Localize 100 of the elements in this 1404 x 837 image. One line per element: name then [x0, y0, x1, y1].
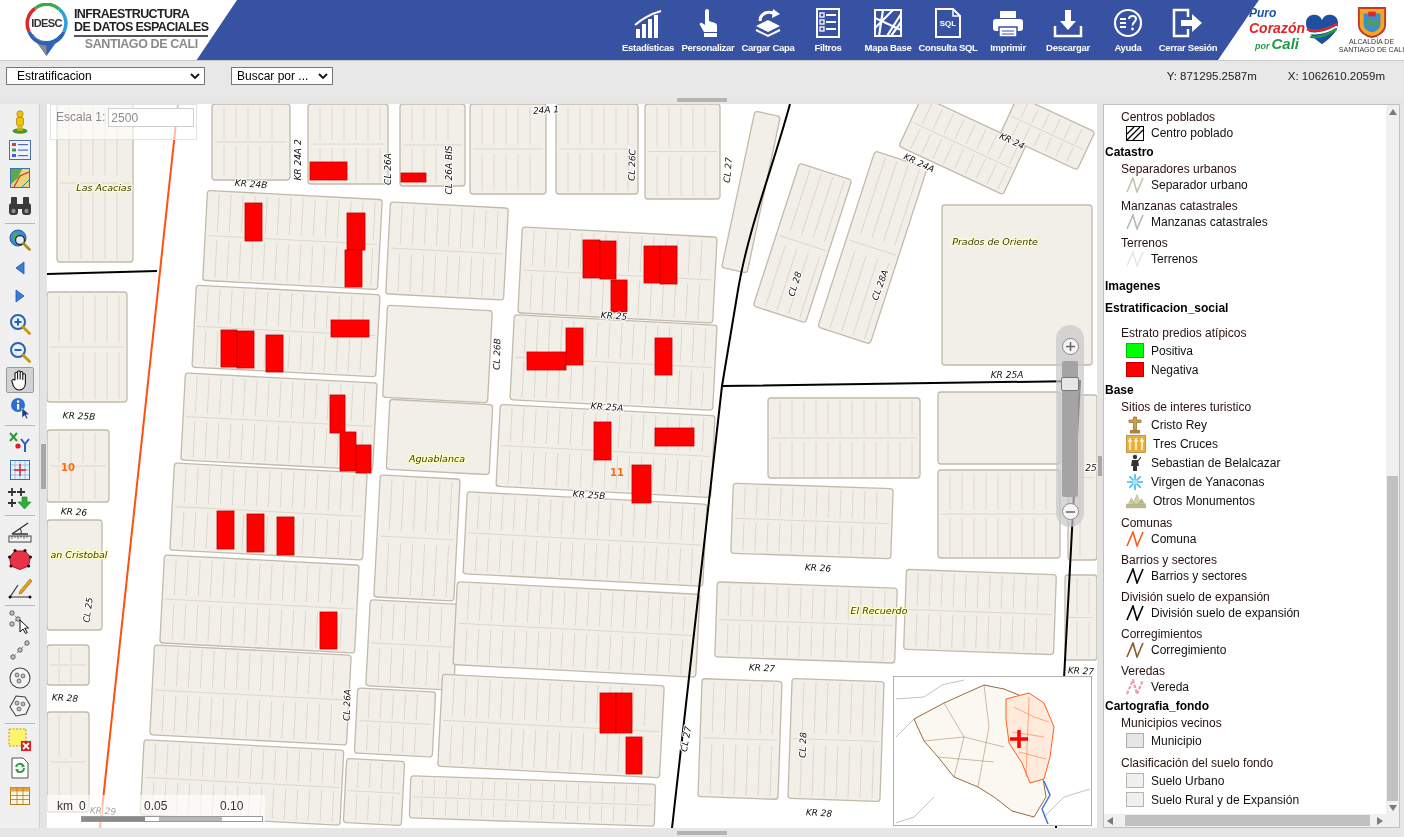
scrollbar-thumb[interactable] — [1125, 815, 1370, 826]
street-label: KR 28 — [805, 807, 833, 819]
toolbar-button[interactable]: Estadísticas — [618, 0, 678, 60]
measure-line-icon — [7, 577, 32, 599]
legend-entry-label: Separador urbano — [1151, 177, 1248, 194]
tool-button[interactable] — [5, 547, 34, 573]
slogan-text: Corazón — [1249, 21, 1305, 36]
resize-handle[interactable] — [1098, 456, 1102, 476]
printer-icon — [992, 10, 1024, 38]
toolbar-button[interactable]: Ayuda — [1098, 0, 1158, 60]
statue-cross-icon — [1126, 415, 1144, 434]
heart-logo-icon — [1305, 14, 1339, 46]
highlighted-parcel — [276, 516, 295, 556]
scale-input[interactable]: 2500 — [108, 108, 195, 127]
legend-layer-title: Sitios de interes turistico — [1120, 399, 1253, 415]
neighborhood-label: Prados de Oriente — [952, 235, 1038, 247]
bar-chart-icon — [633, 10, 663, 38]
legend-layer-title: Estrato predios atípicos — [1120, 325, 1248, 341]
table-icon — [9, 787, 30, 805]
street-label: CL 28 — [786, 270, 804, 298]
layer-select[interactable]: Estratificacion — [6, 67, 205, 85]
resize-handle[interactable] — [677, 98, 727, 102]
zoom-out-icon — [8, 341, 31, 363]
resize-handle[interactable] — [41, 443, 46, 489]
toolbar-button[interactable]: Personalizar — [678, 0, 738, 60]
street-label: KR 26 — [804, 562, 832, 574]
toolbar-button[interactable]: Imprimir — [978, 0, 1038, 60]
street-label: 24A 1 — [532, 104, 560, 116]
highlighted-parcel — [400, 172, 427, 183]
street-label: KR 29 — [89, 805, 117, 817]
coordinate-text: Y: 871295.2587m — [1166, 69, 1257, 84]
street-label: KR 24A — [902, 151, 936, 175]
search-select[interactable]: Buscar por ... — [231, 67, 333, 85]
street-label: KR 25B — [572, 488, 606, 502]
help-icon — [1113, 8, 1143, 38]
tool-button[interactable] — [5, 485, 34, 511]
street-label: CL 27 — [721, 156, 735, 184]
street-label: KR 27 — [748, 662, 776, 674]
street-label: CL 28 — [797, 732, 809, 758]
toolbar-button[interactable]: Filtros — [798, 0, 858, 60]
crosshair-marker-icon — [1008, 728, 1030, 750]
hand-pointer-icon — [698, 8, 718, 38]
toolbar-button[interactable]: Cargar Capa — [738, 0, 798, 60]
tool-button[interactable] — [5, 367, 34, 393]
legend-layer-title: Barrios y sectores — [1120, 552, 1219, 568]
street-label: KR 25 — [600, 310, 628, 322]
resize-handle[interactable] — [677, 830, 727, 835]
toolbar-button[interactable]: Mapa Base — [858, 0, 918, 60]
legend-entry-label: División suelo de expansión — [1151, 605, 1300, 622]
highlighted-parcel — [654, 427, 695, 447]
zoom-in-icon — [8, 313, 31, 335]
legend-group-title: Catastro — [1104, 144, 1155, 161]
legend-entry-label: Suelo Rural y de Expansión — [1151, 791, 1300, 809]
scroll-up-icon — [1388, 109, 1397, 115]
highlighted-parcel — [643, 245, 661, 284]
legend-layer-title: Clasificación del suelo fondo — [1120, 755, 1275, 771]
highlighted-parcel — [220, 329, 238, 368]
street-label: CL 26A BIS — [444, 145, 454, 195]
zoom-slider-track[interactable] — [1062, 361, 1078, 497]
legend-entry-label: Negativa — [1151, 361, 1199, 379]
polygon-area-icon — [7, 549, 32, 571]
street-label: KR 25A — [990, 370, 1024, 380]
person-icon — [11, 110, 28, 134]
legend-layer-title: Municipios vecinos — [1120, 715, 1223, 731]
slogan-text: Cali — [1271, 36, 1299, 51]
line-nodes-icon — [8, 639, 31, 661]
legend-layer-title: Comunas — [1120, 515, 1174, 531]
toolbar-button[interactable]: Cerrar Sesión — [1158, 0, 1218, 60]
checklist-icon — [816, 8, 840, 38]
highlighted-parcel — [319, 611, 338, 650]
legend-entry-label: Barrios y sectores — [1151, 568, 1248, 585]
toolbar-button[interactable]: SQL Consulta SQL — [918, 0, 978, 60]
highlighted-parcel — [631, 464, 652, 504]
scale-tick-label: 0 — [79, 799, 86, 813]
highlighted-parcel — [244, 202, 263, 242]
legend-entry-label: Tres Cruces — [1153, 435, 1218, 453]
legend-entry-label: Suelo Urbano — [1151, 772, 1225, 790]
street-label: KR 25A — [590, 400, 624, 414]
neighborhood-label: Aguablanca — [409, 452, 465, 464]
highlighted-parcel — [599, 240, 617, 280]
city-block — [47, 644, 90, 686]
zoom-slider-thumb[interactable] — [1061, 376, 1079, 391]
three-crosses-icon — [1126, 434, 1146, 453]
slogan-text: por — [1255, 40, 1270, 53]
toolbar-button[interactable]: Descargar — [1038, 0, 1098, 60]
highlighted-parcel — [355, 444, 372, 474]
highlighted-parcel — [346, 212, 366, 251]
coat-of-arms-icon — [1356, 6, 1387, 38]
zoom-in-button[interactable] — [1061, 338, 1079, 355]
legend-entry-label: Vereda — [1151, 679, 1190, 696]
neighborhood-label: El Recuerdo — [850, 604, 908, 616]
highlighted-parcel — [309, 161, 348, 181]
street-label: CL 26C — [626, 148, 638, 182]
circle-nodes-icon — [8, 667, 31, 689]
scrollbar-thumb[interactable] — [1387, 476, 1398, 801]
legend-entry-label: Centro poblado — [1151, 125, 1234, 142]
zoom-out-button[interactable] — [1061, 503, 1079, 520]
refresh-document-icon — [10, 757, 29, 779]
coordinate-text: X: 1062610.2059m — [1287, 69, 1385, 84]
legend-layer-title: Manzanas catastrales — [1120, 198, 1239, 214]
